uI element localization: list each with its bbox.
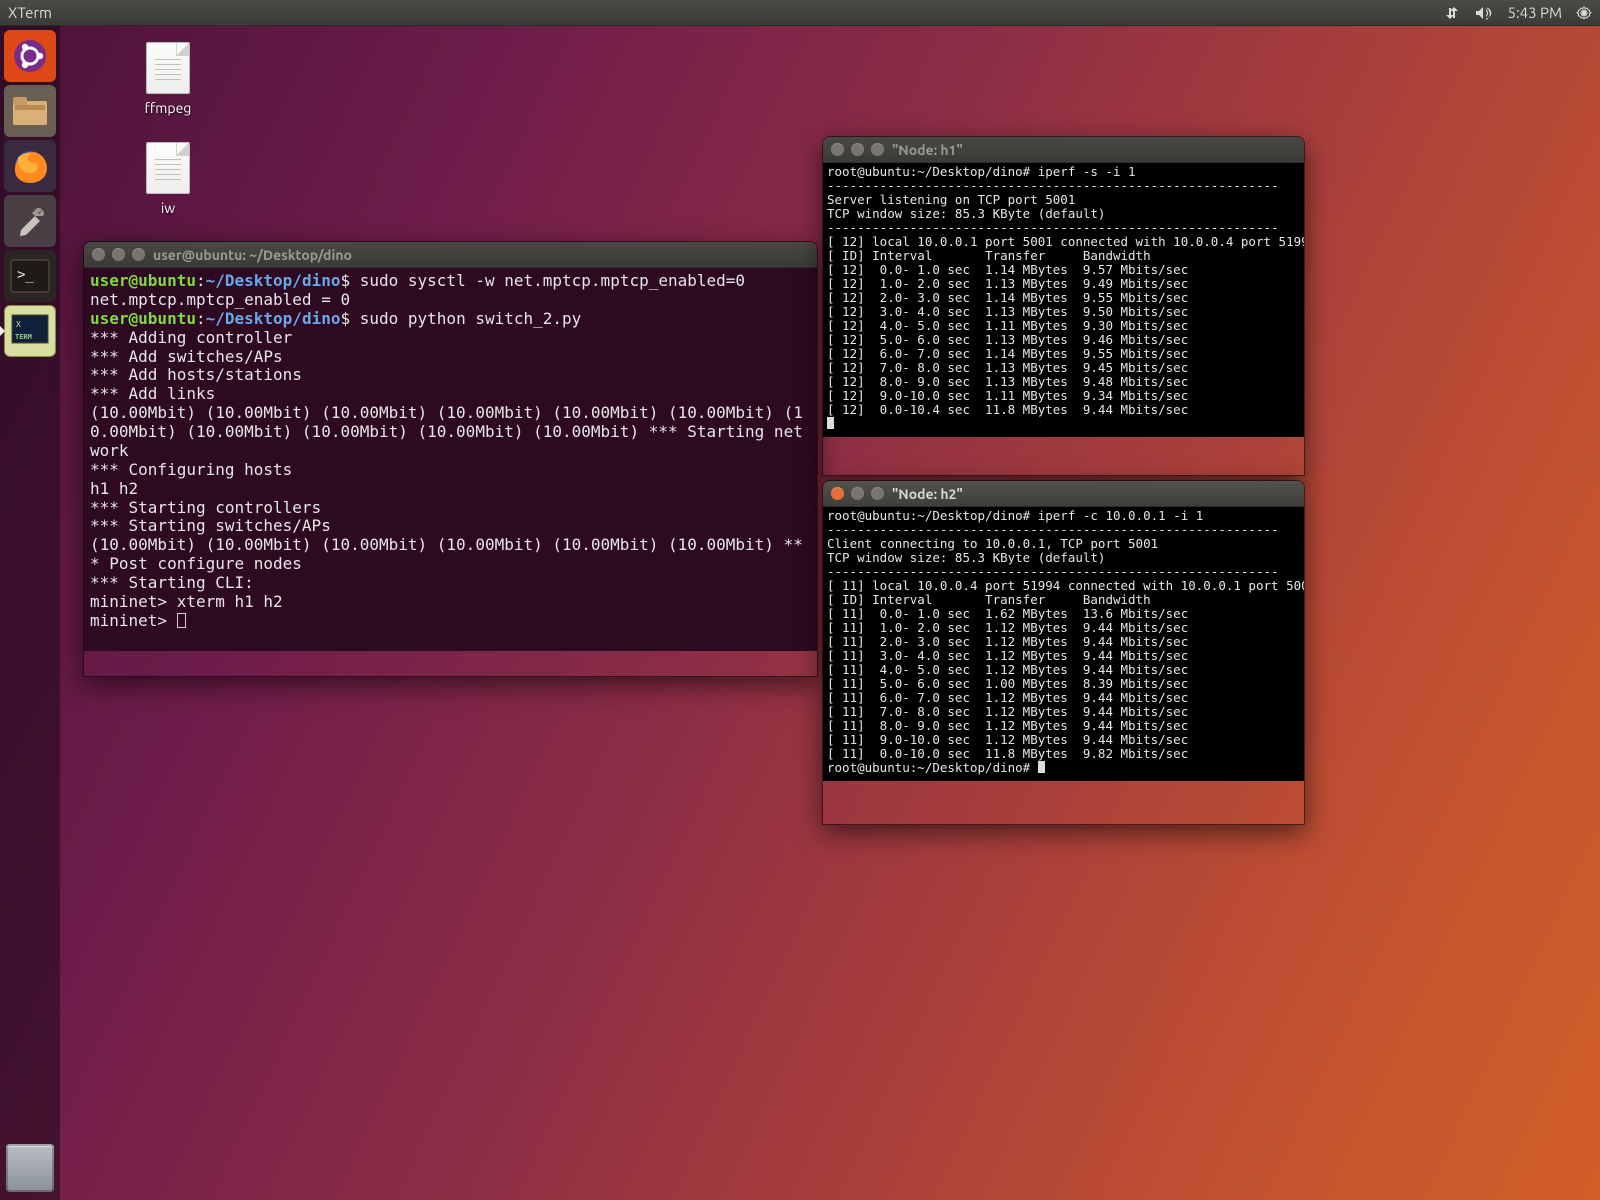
svg-text:>_: >_ <box>17 267 34 283</box>
titlebar[interactable]: user@ubuntu: ~/Desktop/dino <box>84 242 817 268</box>
network-indicator-icon[interactable] <box>1445 6 1461 20</box>
launcher-firefox-icon[interactable] <box>4 140 56 192</box>
terminal-content[interactable]: user@ubuntu:~/Desktop/dino$ sudo sysctl … <box>84 268 817 651</box>
cursor-icon <box>1038 761 1045 773</box>
close-icon[interactable] <box>831 487 844 500</box>
terminal-content[interactable]: root@ubuntu:~/Desktop/dino# iperf -c 10.… <box>823 507 1304 781</box>
launcher-dash-icon[interactable] <box>4 30 56 82</box>
terminal-content[interactable]: root@ubuntu:~/Desktop/dino# iperf -s -i … <box>823 163 1304 437</box>
desktop-icon-ffmpeg[interactable]: ffmpeg <box>118 42 218 116</box>
launcher-files-icon[interactable] <box>4 85 56 137</box>
top-menu-bar[interactable]: XTerm 5:43 PM <box>0 0 1600 26</box>
window-title: "Node: h2" <box>892 486 963 502</box>
unity-launcher: >_ X TERM <box>0 26 60 1200</box>
maximize-icon[interactable] <box>871 143 884 156</box>
xterm-h1-window[interactable]: "Node: h1" root@ubuntu:~/Desktop/dino# i… <box>822 136 1305 476</box>
gnome-terminal-window[interactable]: user@ubuntu: ~/Desktop/dino user@ubuntu:… <box>83 241 818 677</box>
window-title: "Node: h1" <box>892 142 963 158</box>
maximize-icon[interactable] <box>132 248 145 261</box>
active-app-title: XTerm <box>8 4 52 21</box>
cursor-icon <box>827 417 834 429</box>
titlebar[interactable]: "Node: h1" <box>823 137 1304 163</box>
svg-text:X: X <box>16 320 21 329</box>
maximize-icon[interactable] <box>871 487 884 500</box>
titlebar[interactable]: "Node: h2" <box>823 481 1304 507</box>
launcher-trash-icon[interactable] <box>6 1144 54 1192</box>
launcher-terminal-icon[interactable]: >_ <box>4 250 56 302</box>
close-icon[interactable] <box>92 248 105 261</box>
cursor-icon <box>177 613 186 628</box>
clock[interactable]: 5:43 PM <box>1507 4 1562 21</box>
launcher-settings-icon[interactable] <box>4 195 56 247</box>
minimize-icon[interactable] <box>851 143 864 156</box>
svg-text:TERM: TERM <box>15 333 32 341</box>
launcher-xterm-icon[interactable]: X TERM <box>4 305 56 357</box>
desktop-icon-label: iw <box>118 200 218 216</box>
window-title: user@ubuntu: ~/Desktop/dino <box>153 247 352 263</box>
close-icon[interactable] <box>831 143 844 156</box>
system-gear-icon[interactable] <box>1576 5 1592 21</box>
minimize-icon[interactable] <box>851 487 864 500</box>
xterm-h2-window[interactable]: "Node: h2" root@ubuntu:~/Desktop/dino# i… <box>822 480 1305 825</box>
desktop-icon-label: ffmpeg <box>118 100 218 116</box>
sound-indicator-icon[interactable] <box>1475 6 1493 20</box>
desktop-icon-iw[interactable]: iw <box>118 142 218 216</box>
minimize-icon[interactable] <box>112 248 125 261</box>
